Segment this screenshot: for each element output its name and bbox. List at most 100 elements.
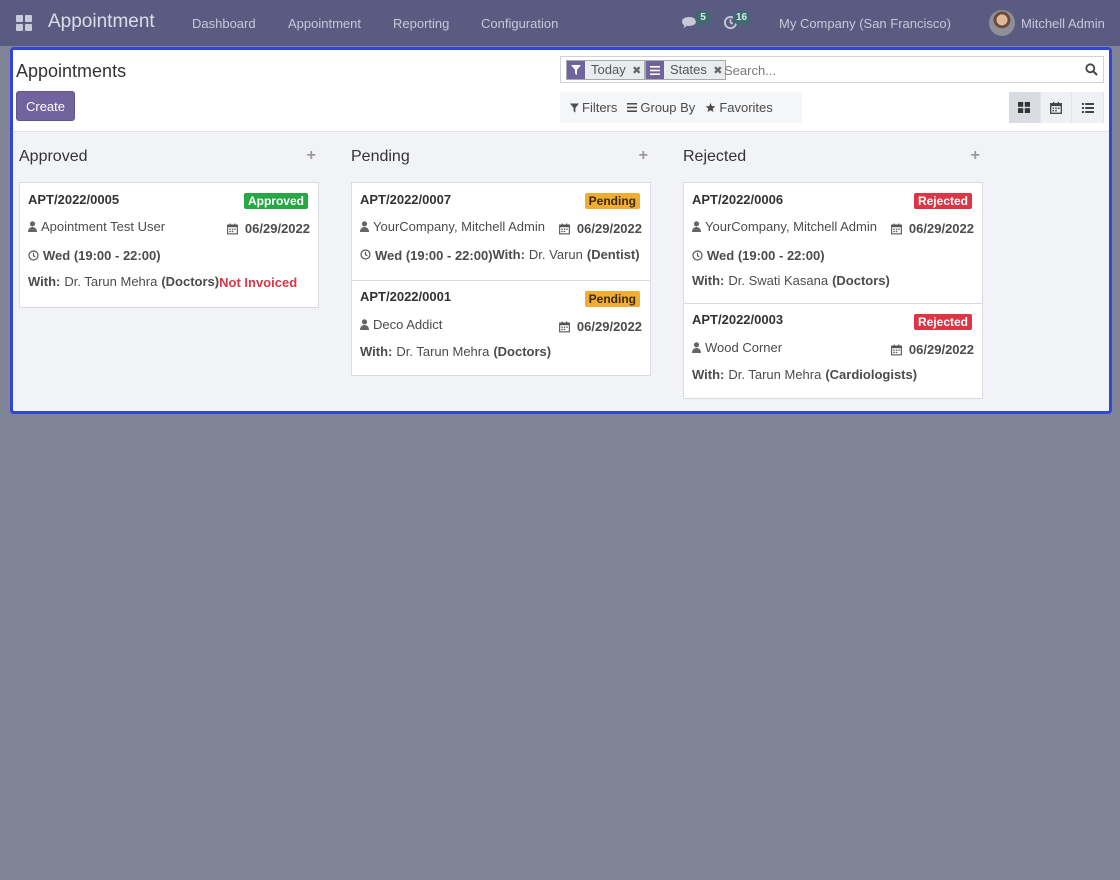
search-input[interactable] (724, 61, 1074, 79)
calendar-icon (559, 321, 570, 332)
status-badge: Pending (584, 193, 640, 209)
doctor-name: Dr. Tarun Mehra (728, 367, 822, 382)
top-navbar: Appointment Dashboard Appointment Report… (0, 0, 1120, 46)
kanban-card[interactable]: APT/2022/0007 Pending YourCompany, Mitch… (351, 182, 651, 281)
kanban-board: Approved + APT/2022/0005 Approved Apoint… (13, 132, 1109, 411)
status-badge: Rejected (913, 314, 972, 330)
doctor-row: With: Dr. Tarun Mehra (Doctors) Not Invo… (28, 273, 297, 290)
company-switcher[interactable]: My Company (San Francisco) (779, 16, 951, 31)
appointment-reference: APT/2022/0006 (692, 192, 784, 207)
filters-label: Filters (582, 100, 618, 115)
doctor-row: With: Dr. Swati Kasana (Doctors) (692, 273, 890, 288)
status-badge: Approved (243, 193, 308, 209)
with-label: With: (692, 367, 725, 382)
search-options: Filters Group By Favorites (560, 92, 802, 123)
column-title: Rejected (683, 148, 747, 165)
filter-icon (570, 103, 579, 112)
list-icon (646, 61, 664, 79)
calendar-view-button[interactable] (1040, 92, 1073, 123)
main-content: Appointments Create Today ✖ States ✖ Sea… (10, 47, 1112, 414)
with-label: With: (360, 344, 393, 359)
kanban-card[interactable]: APT/2022/0006 Rejected YourCompany, Mitc… (683, 182, 983, 304)
facet-label: Today (591, 62, 626, 77)
kanban-card[interactable]: APT/2022/0001 Pending Deco Addict 06/29/… (351, 281, 651, 376)
customer-name: YourCompany, Mitchell Admin (705, 219, 877, 234)
customer-row: Apointment Test User (28, 219, 165, 234)
menu-reporting[interactable]: Reporting (393, 16, 449, 31)
facet-states: States ✖ (645, 60, 726, 80)
status-badge: Pending (584, 291, 640, 307)
bars-icon (627, 103, 638, 112)
facet-today: Today ✖ (566, 60, 645, 80)
date-row: 06/29/2022 (891, 221, 974, 236)
filters-button[interactable]: Filters (560, 100, 617, 115)
appointment-date: 06/29/2022 (908, 221, 974, 236)
view-switcher (1009, 92, 1105, 123)
favorites-button[interactable]: Favorites (695, 100, 773, 115)
kanban-card[interactable]: APT/2022/0005 Approved Apointment Test U… (19, 182, 319, 308)
with-label: With: (492, 247, 525, 262)
appointment-date: 06/29/2022 (908, 342, 974, 357)
doctor-name: Dr. Tarun Mehra (64, 274, 158, 289)
user-menu[interactable]: Mitchell Admin (1021, 16, 1105, 31)
search-icon[interactable] (1085, 63, 1098, 76)
customer-row: Wood Corner (692, 340, 782, 355)
avatar[interactable] (989, 10, 1015, 36)
close-icon[interactable]: ✖ (630, 61, 644, 79)
customer-name: Deco Addict (373, 317, 443, 332)
column-quick-create-button[interactable]: + (639, 147, 648, 165)
appointment-date: 06/29/2022 (576, 221, 642, 236)
date-row: 06/29/2022 (891, 342, 974, 357)
group-by-label: Group By (640, 100, 696, 115)
date-row: 06/29/2022 (559, 221, 642, 236)
with-label: With: (692, 273, 725, 288)
menu-configuration[interactable]: Configuration (481, 16, 558, 31)
date-row: 06/29/2022 (559, 319, 642, 334)
column-title: Pending (351, 148, 410, 165)
date-row: 06/29/2022 (227, 221, 310, 236)
list-icon (1081, 102, 1094, 113)
customer-name: YourCompany, Mitchell Admin (373, 219, 545, 234)
appointment-reference: APT/2022/0005 (28, 192, 120, 207)
kanban-view-button[interactable] (1009, 92, 1041, 123)
clock-icon (360, 249, 371, 260)
activities-count-badge: 16 (733, 11, 751, 25)
search-bar: Today ✖ States ✖ (560, 56, 1104, 83)
doctor-specialty: (Doctors) (832, 273, 890, 288)
customer-name: Apointment Test User (41, 219, 166, 234)
customer-row: YourCompany, Mitchell Admin (360, 219, 545, 234)
calendar-icon (227, 223, 238, 234)
doctor-specialty: (Doctors) (493, 344, 552, 359)
doctor-name: Dr. Varun (528, 247, 583, 262)
time-slot: Wed (19:00 - 22:00) (707, 248, 825, 263)
user-icon (28, 221, 37, 232)
column-quick-create-button[interactable]: + (307, 147, 316, 165)
doctor-specialty: (Cardiologists) (825, 367, 918, 382)
doctor-specialty: (Dentist) (586, 247, 640, 262)
create-button[interactable]: Create (16, 91, 75, 121)
menu-appointment[interactable]: Appointment (288, 16, 361, 31)
control-panel: Appointments Create Today ✖ States ✖ Sea… (13, 50, 1109, 132)
time-slot: Wed (19:00 - 22:00) (43, 248, 161, 263)
appointment-date: 06/29/2022 (244, 221, 310, 236)
appointment-reference: APT/2022/0003 (692, 312, 784, 327)
kanban-icon (1018, 102, 1031, 113)
appointment-date: 06/29/2022 (576, 319, 642, 334)
list-view-button[interactable] (1072, 92, 1105, 123)
column-quick-create-button[interactable]: + (971, 147, 980, 165)
close-icon[interactable]: ✖ (711, 61, 725, 79)
doctor-name: Dr. Swati Kasana (728, 273, 829, 288)
kanban-card[interactable]: APT/2022/0003 Rejected Wood Corner 06/29… (683, 304, 983, 399)
calendar-icon (559, 223, 570, 234)
group-by-button[interactable]: Group By (617, 100, 695, 115)
app-name[interactable]: Appointment (48, 11, 155, 33)
slot-doctor-row: Wed (19:00 - 22:00) With: Dr. Varun (Den… (360, 246, 640, 263)
user-icon (692, 221, 701, 232)
apps-grid-icon[interactable] (16, 15, 32, 31)
favorites-label: Favorites (719, 100, 773, 115)
with-label: With: (28, 274, 61, 289)
menu-dashboard[interactable]: Dashboard (192, 16, 256, 31)
appointment-reference: APT/2022/0007 (360, 192, 452, 207)
status-badge: Rejected (913, 193, 972, 209)
doctor-row: With: Dr. Tarun Mehra (Cardiologists) (692, 367, 917, 382)
